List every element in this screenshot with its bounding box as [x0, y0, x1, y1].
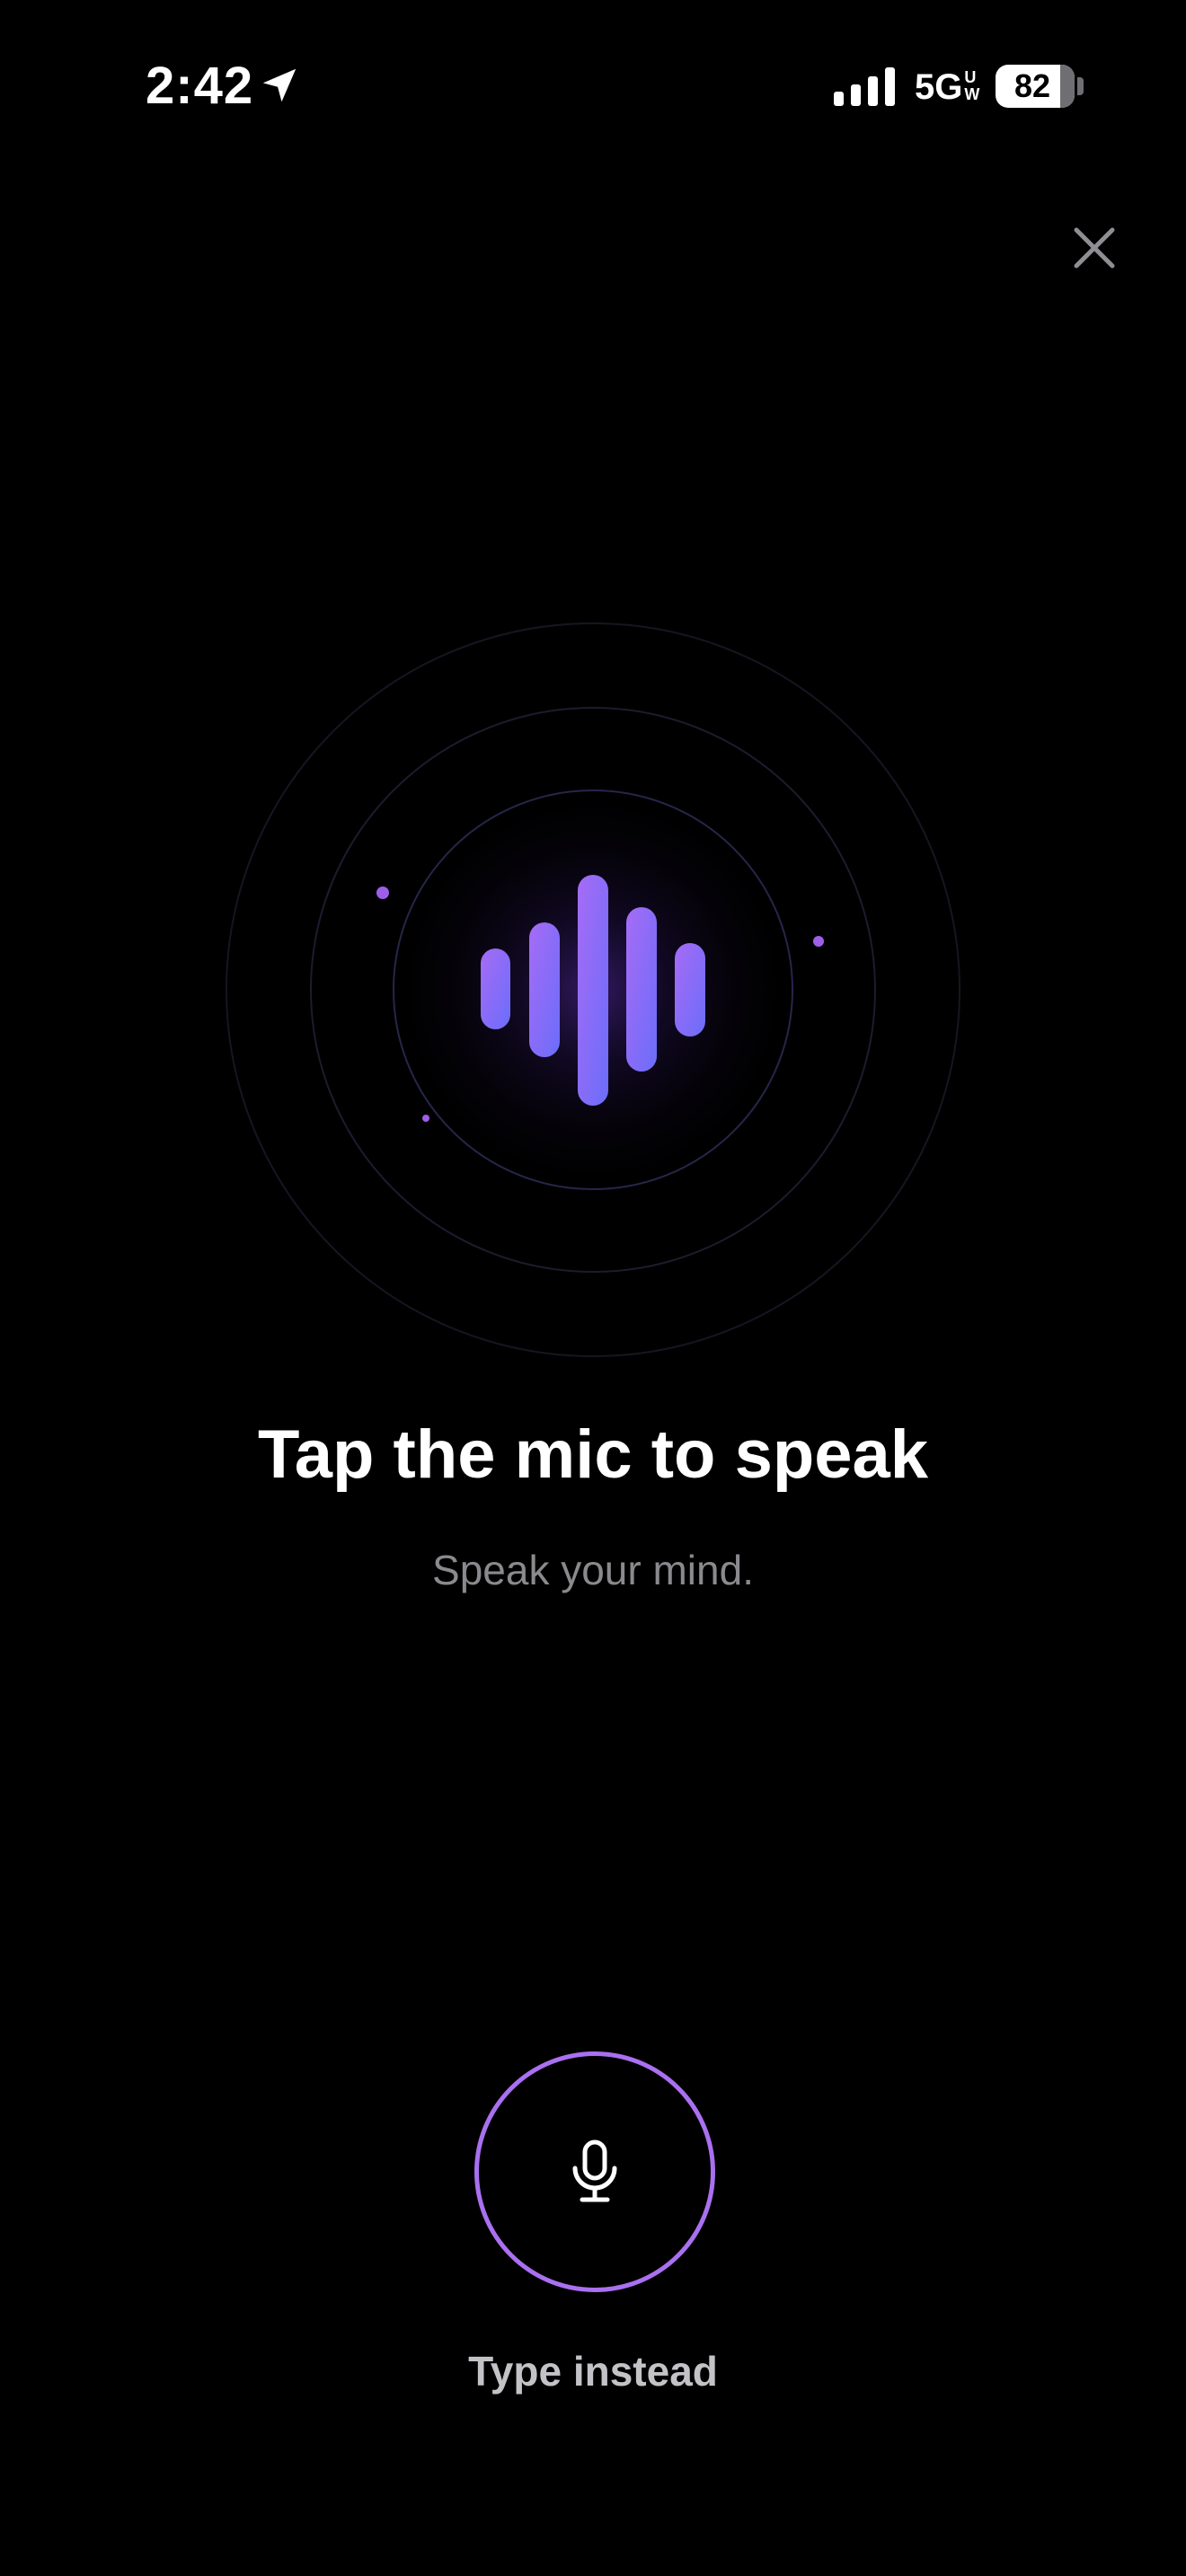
- voice-visual: [226, 622, 960, 1357]
- wave-bar: [578, 875, 608, 1106]
- mic-button[interactable]: [474, 2051, 715, 2292]
- type-instead-link[interactable]: Type instead: [368, 2344, 818, 2398]
- microphone-icon: [572, 2139, 617, 2202]
- wave-bar: [626, 907, 657, 1072]
- page-subtitle: Speak your mind.: [432, 1547, 754, 1593]
- wave-bar: [675, 943, 705, 1037]
- wave-bar: [481, 948, 510, 1029]
- particle-dot: [422, 1115, 429, 1122]
- particle-dot: [813, 936, 824, 947]
- wave-bar: [529, 922, 560, 1057]
- page-title: Tap the mic to speak: [257, 1416, 929, 1493]
- particle-dot: [376, 887, 389, 899]
